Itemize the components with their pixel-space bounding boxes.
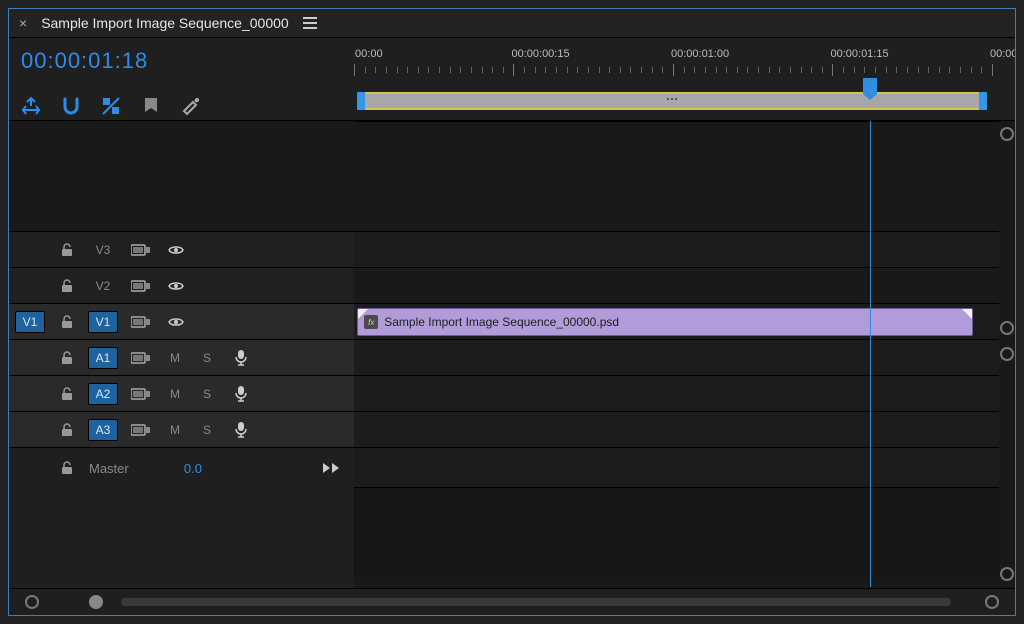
- sync-lock-icon[interactable]: [123, 376, 159, 411]
- markers-icon[interactable]: [141, 96, 161, 116]
- timeline-track-lane[interactable]: [354, 339, 999, 375]
- track-output-toggle[interactable]: [159, 232, 193, 267]
- timeline-track-lane[interactable]: [354, 231, 999, 267]
- header-left: 00:00:01:18: [9, 38, 354, 120]
- master-label: Master: [89, 461, 129, 476]
- source-patch-v1[interactable]: V1: [15, 311, 46, 333]
- ruler-label: 00:00:01:00: [671, 48, 729, 60]
- lock-toggle-master[interactable]: [51, 448, 83, 488]
- lock-toggle-a1[interactable]: [51, 340, 83, 375]
- header-right: :00:00 00:00:00:15 00:00:01:00 00:00:01:15 0…: [354, 38, 1015, 120]
- track-header-v3[interactable]: V3: [9, 231, 354, 267]
- ruler-label: 00:00:01:15: [830, 48, 888, 60]
- track-header-v2[interactable]: V2: [9, 267, 354, 303]
- track-target-a3[interactable]: A3: [88, 419, 119, 441]
- track-header-a3[interactable]: A3 MS: [9, 411, 354, 447]
- zoom-in-handle[interactable]: [985, 595, 999, 609]
- track-label: V3: [96, 243, 111, 257]
- sync-lock-icon[interactable]: [123, 340, 159, 375]
- vscroll-marker-audio[interactable]: [1000, 347, 1014, 361]
- timeline-track-lane[interactable]: [354, 411, 999, 447]
- track-header-column: V3V2V1V1A1MSA2MSA3MSMaster0.0: [9, 121, 354, 615]
- track-target-a2[interactable]: A2: [88, 383, 119, 405]
- timeline-toolbar: [21, 96, 342, 116]
- vscroll-marker-video[interactable]: [1000, 321, 1014, 335]
- ruler-label: 00:00:00:15: [511, 48, 569, 60]
- timeline-track-lane[interactable]: fxSample Import Image Sequence_00000.psd: [354, 303, 999, 339]
- clip-name: Sample Import Image Sequence_00000.psd: [384, 315, 619, 329]
- solo-toggle[interactable]: S: [191, 412, 223, 447]
- vscroll-handle-top[interactable]: [1000, 127, 1014, 141]
- panel-menu-icon[interactable]: [299, 13, 321, 33]
- timeline-content[interactable]: fxSample Import Image Sequence_00000.psd: [354, 121, 1015, 615]
- ruler-label: 00:00:02: [990, 48, 1015, 60]
- linked-selection-icon[interactable]: [101, 96, 121, 116]
- timeline-panel: × Sample Import Image Sequence_00000 00:…: [8, 8, 1016, 616]
- work-area-end-handle[interactable]: [979, 92, 987, 110]
- lock-toggle-v1[interactable]: [51, 304, 83, 339]
- zoom-scroll-thumb[interactable]: [89, 595, 103, 609]
- playhead-timecode[interactable]: 00:00:01:18: [21, 48, 342, 74]
- timeline-body: V3V2V1V1A1MSA2MSA3MSMaster0.0 fxSample I…: [9, 121, 1015, 615]
- play-through-icon[interactable]: [322, 462, 340, 474]
- solo-toggle[interactable]: S: [191, 376, 223, 411]
- settings-icon[interactable]: [181, 96, 201, 116]
- lock-toggle-v3[interactable]: [51, 232, 83, 267]
- mute-toggle[interactable]: M: [159, 376, 191, 411]
- timeline-track-lane[interactable]: [354, 375, 999, 411]
- track-target-v1[interactable]: V1: [88, 311, 119, 333]
- voiceover-record-icon[interactable]: [223, 340, 259, 375]
- playhead-line[interactable]: [870, 121, 871, 587]
- horizontal-scrollbar[interactable]: [9, 588, 1015, 615]
- lock-toggle-v2[interactable]: [51, 268, 83, 303]
- voiceover-record-icon[interactable]: [223, 412, 259, 447]
- ruler-label: :00:00: [354, 48, 383, 60]
- work-area-start-handle[interactable]: [357, 92, 365, 110]
- time-ruler[interactable]: :00:0000:00:00:1500:00:01:0000:00:01:150…: [354, 48, 1005, 90]
- track-header-a1[interactable]: A1 MS: [9, 339, 354, 375]
- hscroll-track[interactable]: [121, 598, 951, 606]
- snap-icon[interactable]: [61, 96, 81, 116]
- sync-lock-icon[interactable]: [123, 304, 159, 339]
- close-panel-icon[interactable]: ×: [15, 15, 31, 31]
- insert-overwrite-icon[interactable]: [21, 96, 41, 116]
- master-level-value[interactable]: 0.0: [184, 461, 202, 476]
- sync-lock-icon[interactable]: [123, 232, 159, 267]
- solo-toggle[interactable]: S: [191, 340, 223, 375]
- track-output-toggle[interactable]: [159, 304, 193, 339]
- mute-toggle[interactable]: M: [159, 340, 191, 375]
- sequence-tab-title[interactable]: Sample Import Image Sequence_00000: [41, 15, 289, 31]
- lock-toggle-a3[interactable]: [51, 412, 83, 447]
- track-output-toggle[interactable]: [159, 268, 193, 303]
- tab-bar: × Sample Import Image Sequence_00000: [9, 9, 1015, 38]
- track-target-a1[interactable]: A1: [88, 347, 119, 369]
- timeline-header: 00:00:01:18: [9, 38, 1015, 121]
- clip[interactable]: fxSample Import Image Sequence_00000.psd: [357, 308, 973, 336]
- track-label: V2: [96, 279, 111, 293]
- timeline-track-lane[interactable]: [354, 267, 999, 303]
- master-track-row[interactable]: Master 0.0: [9, 447, 354, 488]
- sync-lock-icon[interactable]: [123, 268, 159, 303]
- mute-toggle[interactable]: M: [159, 412, 191, 447]
- track-header-v1[interactable]: V1 V1: [9, 303, 354, 339]
- lock-toggle-a2[interactable]: [51, 376, 83, 411]
- work-area-bar[interactable]: [354, 92, 1005, 110]
- vertical-scrollbar[interactable]: [999, 121, 1015, 587]
- playhead-handle[interactable]: [863, 78, 877, 94]
- voiceover-record-icon[interactable]: [223, 376, 259, 411]
- zoom-out-handle[interactable]: [25, 595, 39, 609]
- track-header-a2[interactable]: A2 MS: [9, 375, 354, 411]
- work-area-span[interactable]: [365, 92, 979, 110]
- vscroll-handle-bottom[interactable]: [1000, 567, 1014, 581]
- sync-lock-icon[interactable]: [123, 412, 159, 447]
